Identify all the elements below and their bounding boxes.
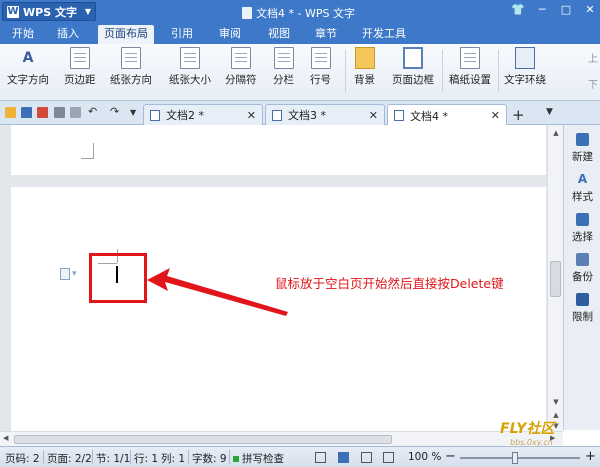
- watermark-brand: FLY社区: [500, 421, 555, 437]
- new-button[interactable]: 新建: [564, 133, 600, 164]
- fly-community-watermark: FLY社区 bbs.0xy.cn: [500, 418, 554, 447]
- backup-label: 备份: [572, 271, 593, 283]
- outline-view-icon[interactable]: [361, 452, 372, 463]
- web-view-icon[interactable]: [383, 452, 394, 463]
- watermark-url: bbs.0xy.cn: [510, 438, 553, 447]
- status-word-count: 字数: 9: [192, 453, 227, 465]
- vertical-scrollbar[interactable]: ▲ ▼ ▲ ▼: [547, 125, 563, 431]
- scroll-thumb[interactable]: [550, 261, 561, 297]
- restrict-button[interactable]: 限制: [564, 293, 600, 324]
- backup-icon: [576, 253, 589, 266]
- annotation-text: 鼠标放于空白页开始然后直接按Delete键: [275, 276, 504, 291]
- select-button[interactable]: 选择: [564, 213, 600, 244]
- zoom-slider-thumb[interactable]: [512, 452, 518, 464]
- status-divider: [188, 450, 189, 464]
- arrow-icon: [147, 268, 288, 316]
- spell-check-indicator-icon: [233, 455, 239, 462]
- horizontal-scrollbar[interactable]: ◀ ▶: [0, 431, 563, 446]
- status-divider: [43, 450, 44, 464]
- restrict-label: 限制: [572, 311, 593, 323]
- status-row: 行: 1: [134, 453, 159, 465]
- select-icon: [576, 213, 589, 226]
- select-label: 选择: [572, 231, 593, 243]
- zoom-in-button[interactable]: +: [585, 449, 596, 464]
- zoom-level: 100 %: [408, 451, 442, 463]
- status-page-number: 页码: 2: [5, 453, 40, 465]
- spell-check-toggle[interactable]: 拼写检查: [233, 451, 284, 466]
- scroll-up-icon[interactable]: ▲: [551, 128, 561, 138]
- annotation-arrow: [147, 268, 288, 316]
- zoom-out-button[interactable]: −: [445, 449, 456, 464]
- status-divider: [130, 450, 131, 464]
- styles-label: 样式: [572, 191, 593, 203]
- styles-icon: A: [577, 172, 588, 186]
- fullscreen-view-icon[interactable]: [315, 452, 326, 463]
- new-icon: [576, 133, 589, 146]
- status-divider: [229, 450, 230, 464]
- status-col: 列: 1: [161, 453, 186, 465]
- hscroll-thumb[interactable]: [14, 435, 392, 444]
- status-bar: 页码: 2 页面: 2/2 节: 1/1 行: 1 列: 1 字数: 9 拼写检…: [0, 446, 600, 467]
- status-section: 节: 1/1: [96, 453, 131, 465]
- styles-button[interactable]: A 样式: [564, 173, 600, 204]
- task-pane: 新建 A 样式 选择 备份 限制: [563, 125, 600, 430]
- backup-button[interactable]: 备份: [564, 253, 600, 284]
- lock-icon: [576, 293, 589, 306]
- status-page: 页面: 2/2: [47, 453, 92, 465]
- scroll-left-icon[interactable]: ◀: [3, 434, 8, 442]
- spell-check-label: 拼写检查: [242, 453, 284, 465]
- status-divider: [92, 450, 93, 464]
- page-view-icon[interactable]: [338, 452, 349, 463]
- new-label: 新建: [572, 151, 593, 163]
- scroll-down-icon[interactable]: ▼: [551, 397, 561, 407]
- zoom-slider-track[interactable]: [460, 457, 580, 459]
- wps-window: W WPS 文字 ▼ 文档4 * - WPS 文字 👕 ─ □ ✕ 开始 插入 …: [0, 0, 600, 467]
